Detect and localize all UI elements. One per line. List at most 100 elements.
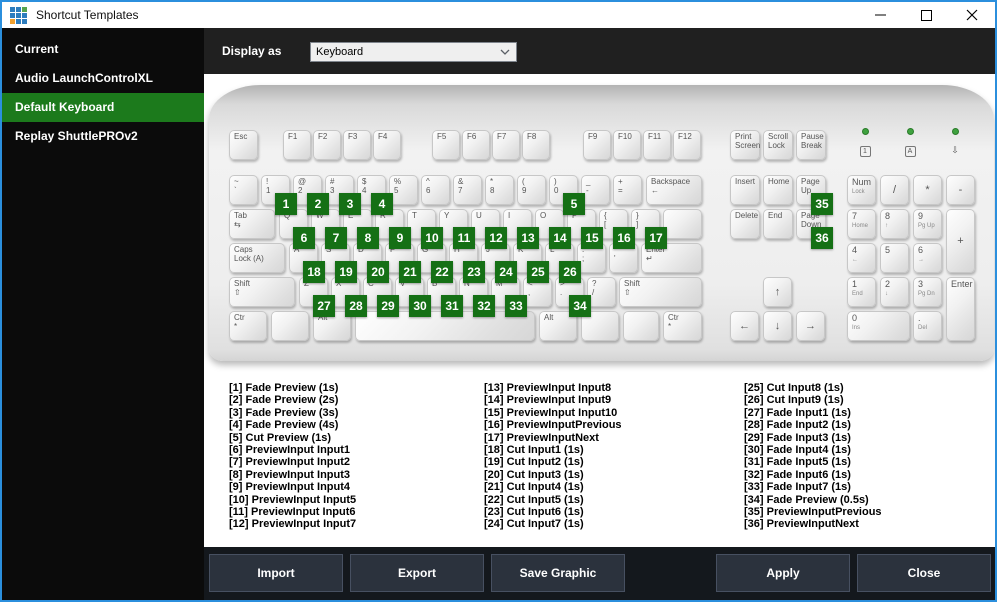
key-label: # — [330, 177, 335, 186]
close-button[interactable] — [949, 2, 995, 28]
key-label: F9 — [588, 132, 598, 141]
key-label: End — [768, 211, 783, 220]
key-o: O 14 — [535, 209, 571, 249]
legend-entry: [3] Fade Preview (3s) — [229, 406, 339, 419]
key-label: ! — [266, 177, 269, 186]
sidebar-item-audio-launchcontrolxl[interactable]: Audio LaunchControlXL — [2, 64, 204, 93]
key-sublabel: Lock (A) — [234, 254, 264, 263]
key-label: 5 — [885, 245, 891, 255]
shortcut-badge-18: 18 — [303, 261, 325, 283]
key-label: ( — [522, 177, 525, 186]
shortcut-badge-9: 9 — [389, 227, 411, 249]
save-graphic-button[interactable]: Save Graphic — [491, 554, 625, 592]
key-blank — [271, 311, 309, 341]
key-blank: Shift ⇧ — [619, 277, 702, 307]
key-break: Pause Break — [796, 130, 826, 160]
led-dot — [951, 128, 959, 135]
legend-entry: [23] Cut Input6 (1s) — [484, 506, 584, 519]
key-blank — [623, 311, 659, 341]
legend-entry: [21] Cut Input4 (1s) — [484, 481, 584, 494]
sidebar-item-replay-shuttleprov2[interactable]: Replay ShuttlePROv2 — [2, 122, 204, 151]
keyboard-graphic: Esc F1 F2 F3 F4 F5 F6 F7 F8 F9 F10 F11 F12 Print Scree… — [209, 85, 994, 361]
shortcut-badge-28: 28 — [345, 295, 367, 317]
legend-entry: [19] Cut Input2 (1s) — [484, 456, 584, 469]
legend-entry: [7] PreviewInput Input2 — [229, 456, 351, 469]
key-esc: Esc — [229, 130, 258, 160]
close-button[interactable]: Close — [857, 554, 991, 592]
key-insert: Insert — [730, 175, 760, 205]
key-sublabel: ← — [651, 186, 659, 195]
key-label: Home — [768, 177, 790, 186]
key-label: O — [540, 211, 547, 220]
legend-entry: [10] PreviewInput Input5 — [229, 493, 357, 506]
key-label: U — [476, 211, 482, 220]
window-title: Shortcut Templates — [36, 8, 139, 22]
legend-entry: [13] PreviewInput Input8 — [484, 382, 612, 394]
legend-entry: [25] Cut Input8 (1s) — [744, 382, 844, 394]
shortcut-badge-15: 15 — [581, 227, 603, 249]
key-sublabel: ⇧ — [624, 288, 631, 297]
shortcut-badge-21: 21 — [399, 261, 421, 283]
key-delete: Delete — [730, 209, 760, 239]
shortcut-badge-16: 16 — [613, 227, 635, 249]
key-sublabel: 5 — [394, 186, 399, 195]
key-label: Esc — [234, 132, 248, 141]
key-blank: Shift ⇧ — [229, 277, 295, 307]
shortcut-badge-23: 23 — [463, 261, 485, 283]
legend-entry: [20] Cut Input3 (1s) — [484, 468, 584, 481]
key-sublabel: Lock — [768, 141, 785, 150]
key-f5: F5 — [432, 130, 460, 160]
key-f6: F6 — [462, 130, 490, 160]
apply-button[interactable]: Apply — [716, 554, 850, 592]
key-blank: ? / — [587, 277, 616, 307]
key-label: % — [394, 177, 402, 186]
titlebar: Shortcut Templates — [2, 2, 995, 28]
key-pg-up: 9 Pg Up — [913, 209, 942, 239]
key-label: F2 — [318, 132, 328, 141]
logo-cell — [10, 12, 15, 18]
key-blank: + = — [613, 175, 642, 205]
legend-entry: [17] PreviewInputNext — [484, 431, 599, 444]
import-button[interactable]: Import — [209, 554, 343, 592]
key-label: 3 — [918, 279, 924, 289]
key-label: 8 — [885, 211, 891, 221]
key-label: 0 — [852, 313, 858, 323]
key-sublabel: ↑ — [885, 223, 888, 229]
display-as-select[interactable]: Keyboard — [310, 42, 517, 62]
led-symbol: 1 — [859, 146, 871, 157]
shortcut-badge-33: 33 — [505, 295, 527, 317]
logo-cell — [10, 6, 15, 12]
key-label: F7 — [497, 132, 507, 141]
sidebar-item-default-keyboard[interactable]: Default Keyboard — [2, 93, 204, 122]
close-icon — [966, 9, 978, 21]
legend-entry: [12] PreviewInput Input7 — [229, 518, 357, 531]
sidebar-item-current[interactable]: Current — [2, 35, 204, 64]
key-sublabel: 9 — [522, 186, 527, 195]
minimize-icon — [874, 14, 886, 16]
key-home: 7 Home — [847, 209, 876, 239]
led-symbol: ⇩ — [951, 145, 959, 155]
key-blank: 4 ← — [847, 243, 876, 273]
key-blank: Tab ⇆ — [229, 209, 275, 239]
key-f7: F7 — [492, 130, 520, 160]
key-3: #3 3 — [325, 175, 361, 215]
logo-cell — [22, 6, 27, 12]
shortcut-badge-17: 17 — [645, 227, 667, 249]
key-1: ! 1 1 — [261, 175, 297, 215]
key-end: End — [763, 209, 793, 239]
legend-entry: [36] PreviewInputNext — [744, 518, 859, 531]
maximize-button[interactable] — [903, 2, 949, 28]
legend-column-1: [1] Fade Preview (1s) [2] Fade Preview (2… — [229, 382, 356, 531]
export-button[interactable]: Export — [350, 554, 484, 592]
key-ins: 0 Ins — [847, 311, 910, 341]
key-sublabel: Pg Dn — [918, 291, 935, 297]
key-label: F4 — [378, 132, 388, 141]
key-label: Page — [801, 177, 820, 186]
caps-lock-led: A — [902, 128, 918, 158]
legend-entry: [26] Cut Input9 (1s) — [744, 394, 844, 407]
key-label: & — [458, 177, 464, 186]
shortcut-badge-13: 13 — [517, 227, 539, 249]
minimize-button[interactable] — [857, 2, 903, 28]
key-label: 9 — [918, 211, 924, 221]
legend-entry: [16] PreviewInputPrevious — [484, 419, 622, 432]
